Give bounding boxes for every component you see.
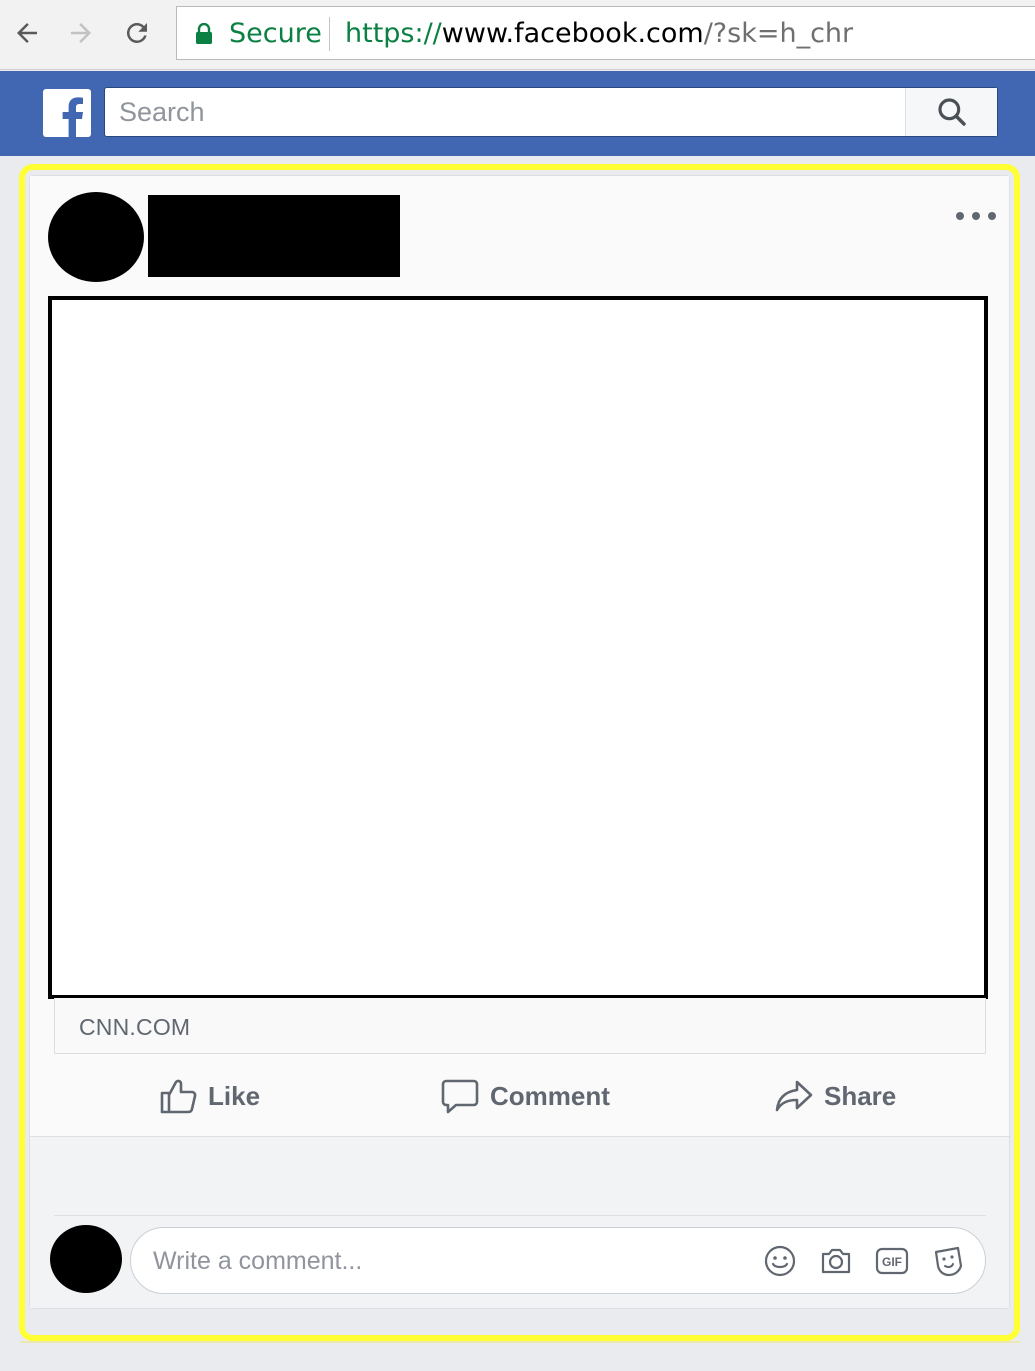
comments-divider xyxy=(54,1215,986,1216)
like-button[interactable]: Like xyxy=(158,1074,260,1118)
reload-button[interactable] xyxy=(118,14,156,52)
post-body: CNN.COM Like Comment Share xyxy=(30,176,1009,1136)
back-button[interactable] xyxy=(8,14,46,52)
share-button[interactable]: Share xyxy=(774,1074,896,1118)
url-path: /?sk=h_chr xyxy=(703,18,854,49)
share-label: Share xyxy=(824,1080,897,1111)
sticker-icon xyxy=(934,1246,963,1277)
share-icon xyxy=(775,1080,813,1112)
reload-icon xyxy=(126,22,147,43)
comment-label: Comment xyxy=(490,1080,610,1111)
dot xyxy=(988,212,996,220)
dot xyxy=(956,212,964,220)
comment-input[interactable] xyxy=(153,1240,733,1282)
address-bar[interactable]: Secure https://www.facebook.com/?sk=h_ch… xyxy=(176,6,1035,60)
emoji-button[interactable] xyxy=(763,1244,797,1278)
search-button[interactable] xyxy=(905,88,997,136)
browser-toolbar: Secure https://www.facebook.com/?sk=h_ch… xyxy=(0,0,1035,70)
comment-icon xyxy=(441,1079,479,1114)
camera-button[interactable] xyxy=(819,1244,853,1278)
dot xyxy=(972,212,980,220)
comment-composer: GIF xyxy=(130,1227,986,1294)
camera-icon xyxy=(821,1248,851,1274)
more-options-icon[interactable] xyxy=(956,204,996,228)
forward-button[interactable] xyxy=(62,14,100,52)
emoji-icon xyxy=(764,1245,796,1277)
url-host: www.facebook.com xyxy=(441,18,704,49)
post-media[interactable] xyxy=(48,296,988,999)
search-bar xyxy=(104,87,998,137)
author-name-redacted[interactable] xyxy=(148,195,400,277)
like-icon xyxy=(160,1079,197,1114)
url-text[interactable]: https://www.facebook.com/?sk=h_chr xyxy=(345,18,853,49)
back-icon xyxy=(17,23,37,43)
next-post-edge xyxy=(20,1341,1020,1343)
gif-text: GIF xyxy=(882,1255,902,1269)
search-input[interactable] xyxy=(105,88,905,136)
facebook-f-icon xyxy=(62,97,83,137)
author-avatar[interactable] xyxy=(48,192,144,282)
viewer-avatar[interactable] xyxy=(50,1225,122,1293)
search-icon xyxy=(937,98,966,126)
secure-label: Secure xyxy=(229,18,322,49)
facebook-logo[interactable] xyxy=(43,89,91,137)
like-label: Like xyxy=(208,1080,261,1111)
lock-icon xyxy=(196,23,212,44)
sticker-button[interactable] xyxy=(931,1244,965,1278)
post-actions: Like Comment Share xyxy=(54,1064,986,1130)
gif-button[interactable]: GIF xyxy=(875,1244,909,1278)
link-domain: CNN.COM xyxy=(79,1014,191,1040)
omnibox-divider xyxy=(329,17,330,51)
forward-icon xyxy=(71,23,91,43)
feed-post: CNN.COM Like Comment Share Write a comme… xyxy=(29,175,1010,1309)
link-preview-caption[interactable]: CNN.COM xyxy=(54,998,986,1054)
comment-button[interactable]: Comment xyxy=(440,1074,610,1118)
facebook-header xyxy=(0,71,1035,156)
url-scheme: https:// xyxy=(345,18,442,49)
comments-section: GIF xyxy=(30,1136,1009,1308)
gif-icon: GIF xyxy=(875,1247,909,1275)
